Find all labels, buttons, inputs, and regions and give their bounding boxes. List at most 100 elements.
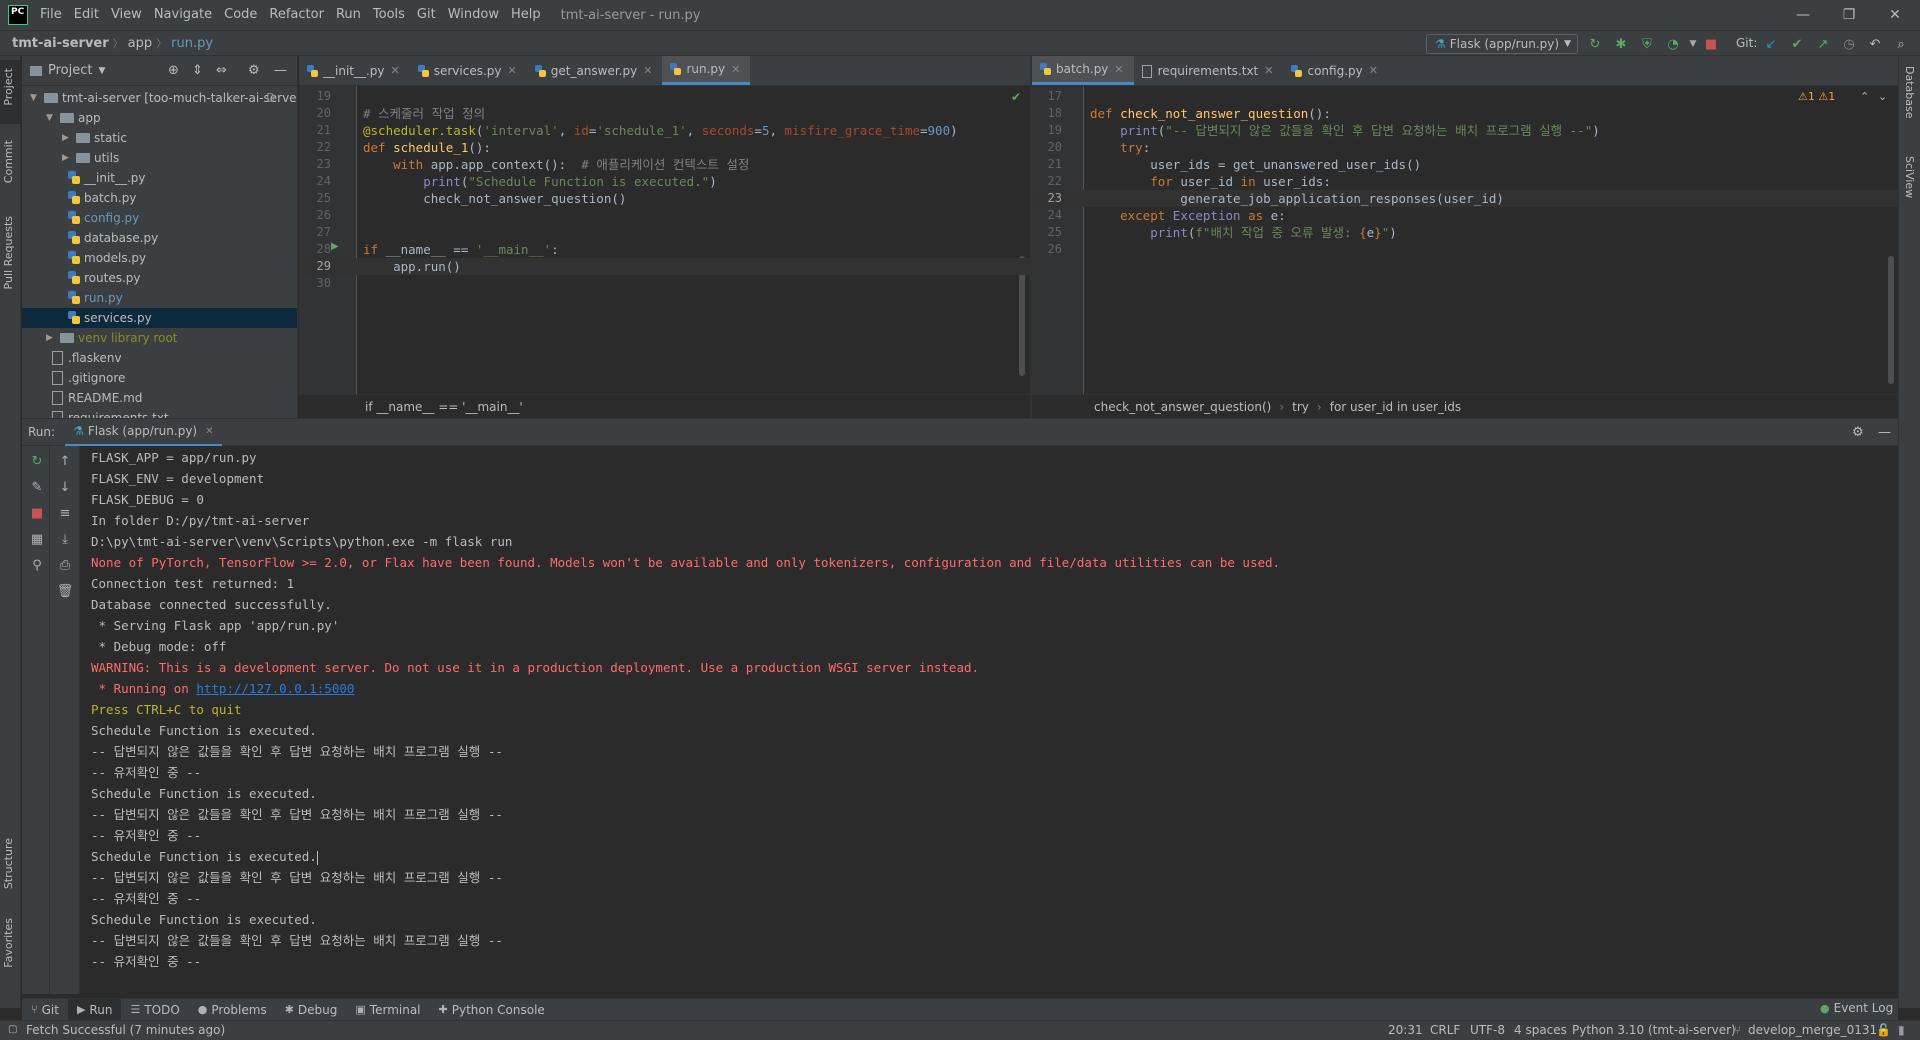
stop-icon[interactable]: ■ [1702, 35, 1720, 53]
code-line[interactable]: print(f"배치 작업 중 오류 발생: {e}") [1090, 224, 1397, 241]
hide-icon[interactable]: — [274, 63, 287, 78]
editor-tab[interactable]: requirements.txt ✕ [1134, 56, 1284, 85]
file-encoding[interactable]: UTF-8 [1470, 1023, 1505, 1037]
editor-scrollbar[interactable] [1888, 256, 1894, 384]
editor-right[interactable]: ⚠1 ⚠1 ⌃ ⌄ 17 18 def check_not_answer_quest… [1032, 86, 1898, 394]
tree-item[interactable]: ▼ app [22, 108, 297, 128]
tree-item[interactable]: models.py [22, 248, 297, 268]
expand-all-icon[interactable]: ⇕ [192, 63, 203, 78]
menu-window[interactable]: Window [442, 0, 505, 30]
tool-tab-structure[interactable]: Structure [2, 838, 15, 889]
caret-position[interactable]: 20:31 [1388, 1023, 1423, 1037]
rollback-icon[interactable]: ↶ [1866, 35, 1884, 53]
tree-item[interactable]: ▶ static [22, 128, 297, 148]
layout-icon[interactable]: ▦ [28, 530, 46, 548]
locate-icon[interactable]: ⊕ [168, 63, 179, 78]
tool-tab-commit[interactable]: Commit [2, 140, 15, 183]
chevron-right-icon[interactable]: ▶ [62, 148, 69, 168]
editor-tab[interactable]: run.py ✕ [662, 56, 751, 85]
tool-tab-run[interactable]: ▶ Run [67, 998, 122, 1021]
tree-item[interactable]: database.py [22, 228, 297, 248]
project-title[interactable]: Project [48, 63, 92, 78]
event-log-button[interactable]: ● Event Log [1820, 1001, 1893, 1015]
arrow-down-icon[interactable]: ↓ [56, 478, 74, 496]
code-line[interactable]: except Exception as e: [1090, 207, 1286, 224]
tree-item[interactable]: .gitignore [22, 368, 297, 388]
close-icon[interactable]: ✕ [1114, 63, 1123, 76]
gear-icon[interactable]: ⚙ [248, 63, 260, 78]
menu-help[interactable]: Help [505, 0, 547, 30]
status-message[interactable]: Fetch Successful (7 minutes ago) [26, 1023, 225, 1037]
tree-item[interactable]: requirements.txt [22, 408, 297, 418]
memory-indicator-icon[interactable]: ▮ [1898, 1023, 1905, 1037]
close-icon[interactable]: ✕ [1369, 64, 1378, 77]
menu-edit[interactable]: Edit [68, 0, 105, 30]
indent-setting[interactable]: 4 spaces [1514, 1023, 1567, 1037]
more-run-options-icon[interactable]: ▼ [1684, 35, 1702, 53]
chevron-down-icon[interactable]: ▼ [98, 66, 105, 76]
code-line[interactable]: print("Schedule Function is executed.") [363, 173, 717, 190]
close-icon[interactable]: ✕ [391, 64, 400, 77]
git-push-icon[interactable]: ↗ [1814, 35, 1832, 53]
coverage-icon[interactable]: ⛨ [1638, 35, 1656, 53]
tree-item[interactable]: ▶ utils [22, 148, 297, 168]
tool-tab-terminal[interactable]: ▣ Terminal [346, 999, 429, 1021]
close-icon[interactable]: ✕ [643, 64, 652, 77]
menu-file[interactable]: File [34, 0, 68, 30]
tool-tab-project[interactable]: Project [2, 68, 15, 106]
minimize-button[interactable]: — [1780, 0, 1826, 30]
hide-icon[interactable]: — [1878, 425, 1891, 440]
tree-item[interactable]: ▼ tmt-ai-server [too-much-talker-ai-serve… [22, 88, 297, 108]
arrow-up-icon[interactable]: ↑ [56, 452, 74, 470]
close-icon[interactable]: ✕ [1264, 64, 1273, 77]
close-icon[interactable]: ✕ [205, 426, 213, 437]
rerun-icon[interactable]: ↻ [1586, 35, 1604, 53]
git-commit-icon[interactable]: ✔ [1788, 35, 1806, 53]
menu-git[interactable]: Git [411, 0, 442, 30]
code-line[interactable]: def schedule_1(): [363, 139, 491, 156]
tree-item[interactable]: .flaskenv [22, 348, 297, 368]
rerun-icon[interactable]: ↻ [28, 452, 46, 470]
server-url-link[interactable]: http://127.0.0.1:5000 [196, 681, 354, 696]
run-configuration-select[interactable]: ⚗ Flask (app/run.py) ▼ [1426, 34, 1578, 54]
tree-item[interactable]: routes.py [22, 268, 297, 288]
chevron-up-icon[interactable]: ⌃ [1860, 90, 1869, 103]
close-icon[interactable]: ✕ [731, 63, 740, 76]
code-line[interactable]: @scheduler.task('interval', id='schedule… [363, 122, 958, 139]
tree-item[interactable]: run.py [22, 288, 297, 308]
code-line[interactable]: def check_not_answer_question(): [1090, 105, 1331, 122]
wrench-icon[interactable]: ✎ [28, 478, 46, 496]
trash-icon[interactable]: 🗑 [56, 582, 74, 600]
gear-icon[interactable]: ⚙ [1852, 425, 1864, 440]
code-line[interactable]: # 스케줄러 작업 정의 [363, 105, 485, 122]
tool-tab-sciview[interactable]: SciView [1903, 156, 1916, 198]
code-line[interactable]: if __name__ == '__main__': [363, 241, 559, 258]
git-update-icon[interactable]: ↙ [1762, 35, 1780, 53]
python-interpreter[interactable]: Python 3.10 (tmt-ai-server) [1572, 1023, 1736, 1037]
scroll-to-end-icon[interactable]: ⤓ [56, 530, 74, 548]
tree-item[interactable]: config.py [22, 208, 297, 228]
tree-item[interactable]: __init__.py [22, 168, 297, 188]
git-branch[interactable]: develop_merge_0131 [1748, 1023, 1877, 1037]
line-separator[interactable]: CRLF [1430, 1023, 1460, 1037]
code-line[interactable]: check_not_answer_question() [363, 190, 626, 207]
soft-wrap-icon[interactable]: ≡ [56, 504, 74, 522]
menu-tools[interactable]: Tools [367, 0, 411, 30]
tool-tab-debug[interactable]: ✱ Debug [276, 999, 347, 1021]
profile-icon[interactable]: ◔ [1664, 35, 1682, 53]
tool-tab-git[interactable]: ⑂ Git [22, 999, 68, 1021]
run-console-output[interactable]: FLASK_APP = app/run.py FLASK_ENV = develo… [81, 446, 1898, 994]
close-window-button[interactable]: ✕ [1872, 0, 1918, 30]
collapse-all-icon[interactable]: ⇔ [216, 63, 227, 78]
tool-tab-database[interactable]: Database [1903, 66, 1916, 119]
chevron-down-icon[interactable]: ▼ [30, 88, 37, 108]
editor-tab[interactable]: config.py ✕ [1283, 56, 1387, 85]
run-tab[interactable]: ⚗ Flask (app/run.py) ✕ [65, 418, 222, 446]
breadcrumb-project[interactable]: tmt-ai-server [8, 36, 113, 51]
code-line[interactable]: generate_job_application_responses(user_… [1090, 190, 1504, 207]
menu-run[interactable]: Run [330, 0, 367, 30]
breadcrumb-try[interactable]: try [1292, 400, 1309, 414]
tree-item[interactable]: README.md [22, 388, 297, 408]
search-everywhere-icon[interactable]: ⌕ [1892, 35, 1910, 53]
chevron-right-icon[interactable]: ▶ [46, 328, 53, 348]
